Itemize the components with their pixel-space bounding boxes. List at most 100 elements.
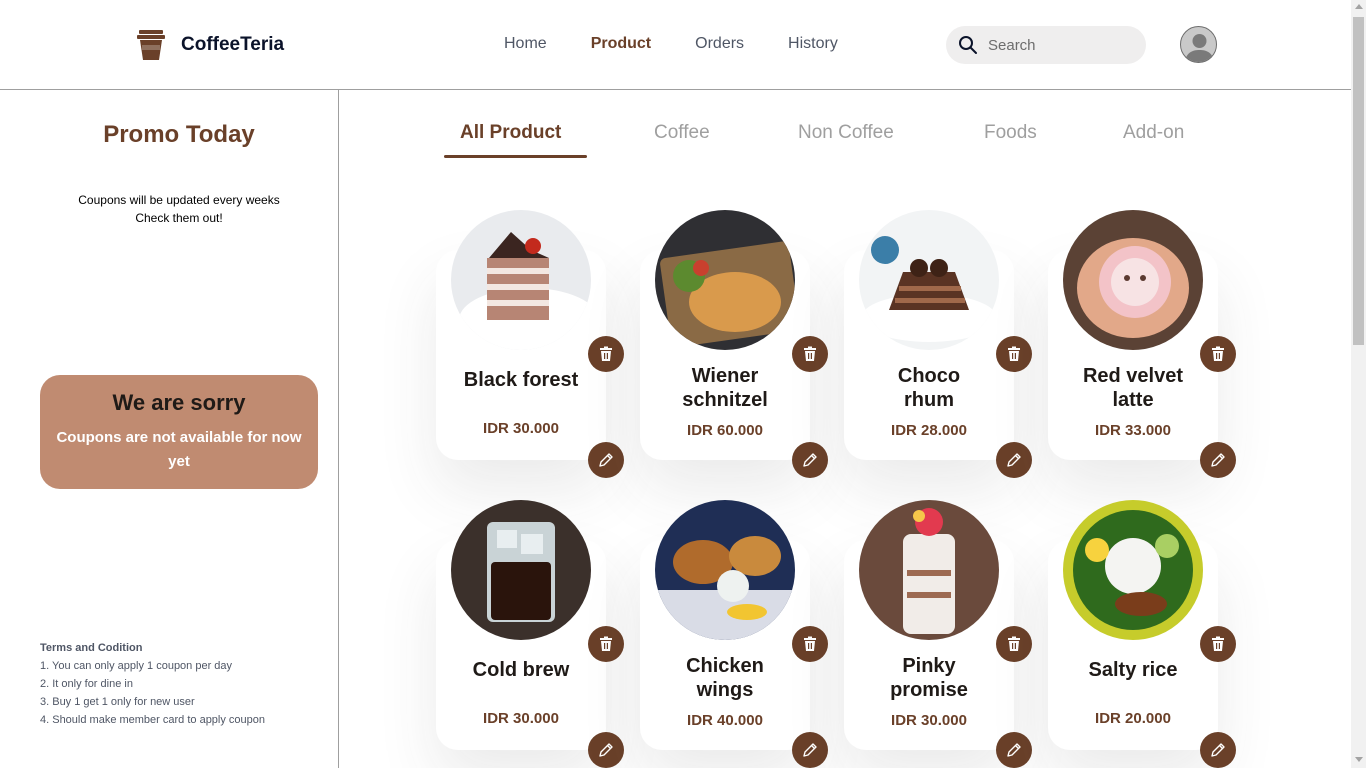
pencil-icon [1211,743,1225,757]
product-price: IDR 30.000 [483,420,559,437]
product-card[interactable]: Cold brew IDR 30.000 [436,500,624,768]
page-scrollbar[interactable] [1351,0,1366,768]
search-box[interactable] [946,26,1146,64]
trash-icon [804,636,816,651]
product-card[interactable]: Salty rice IDR 20.000 [1048,500,1236,768]
edit-button[interactable] [588,442,624,478]
user-avatar-icon [1185,34,1214,62]
top-navbar: CoffeeTeria Home Product Orders History [0,0,1351,90]
terms-item: 3. Buy 1 get 1 only for new user [40,696,195,708]
product-name: Choco rhum [897,365,961,411]
nav-home[interactable]: Home [504,35,547,53]
scroll-down-arrow-icon[interactable] [1355,757,1363,762]
promo-note-line2: Check them out! [135,211,223,225]
trash-icon [600,636,612,651]
product-price: IDR 20.000 [1095,710,1171,727]
category-tabs: All Product Coffee Non Coffee Foods Add-… [0,122,1351,162]
product-name: Pinky promise [890,655,968,701]
edit-button[interactable] [792,442,828,478]
promo-sidebar: Promo Today Coupons will be updated ever… [0,90,339,768]
product-name: Red velvet latte [1082,365,1184,411]
logo[interactable]: CoffeeTeria [137,29,284,61]
tab-all-product[interactable]: All Product [460,122,561,144]
product-image [1063,500,1203,640]
terms-item: 2. It only for dine in [40,678,133,690]
pencil-icon [1007,453,1021,467]
edit-button[interactable] [996,732,1032,768]
product-image [1063,210,1203,350]
scroll-thumb[interactable] [1353,17,1364,345]
trash-icon [1008,636,1020,651]
delete-button[interactable] [792,336,828,372]
trash-icon [600,346,612,361]
tab-non-coffee[interactable]: Non Coffee [798,122,894,144]
delete-button[interactable] [996,626,1032,662]
sorry-text: Coupons are not available for now yet [56,429,302,470]
product-image [859,210,999,350]
brand-name: CoffeeTeria [181,34,285,55]
page: CoffeeTeria Home Product Orders History [0,0,1366,768]
product-price: IDR 30.000 [891,712,967,729]
trash-icon [1212,636,1224,651]
pencil-icon [1007,743,1021,757]
main-nav: Home Product Orders History [504,35,882,53]
product-price: IDR 40.000 [687,712,763,729]
product-name: Chicken wings [686,655,764,701]
scroll-up-arrow-icon[interactable] [1355,4,1363,9]
delete-button[interactable] [1200,626,1236,662]
product-name: Salty rice [1088,659,1178,681]
pencil-icon [1211,453,1225,467]
sorry-title: We are sorry [112,390,246,415]
terms-title: Terms and Codition [40,642,143,654]
product-price: IDR 30.000 [483,710,559,727]
edit-button[interactable] [588,732,624,768]
product-card[interactable]: Choco rhum IDR 28.000 [844,210,1032,478]
delete-button[interactable] [1200,336,1236,372]
product-image [451,210,591,350]
edit-button[interactable] [1200,442,1236,478]
nav-orders[interactable]: Orders [695,35,744,53]
nav-history[interactable]: History [788,35,838,53]
product-image [655,500,795,640]
product-card[interactable]: Red velvet latte IDR 33.000 [1048,210,1236,478]
terms-section: Terms and Codition 1. You can only apply… [40,639,265,729]
product-card[interactable]: Black forest IDR 30.000 [436,210,624,478]
product-card[interactable]: Pinky promise IDR 30.000 [844,500,1032,768]
product-name: Wiener schnitzel [682,365,768,411]
product-image [655,210,795,350]
product-name: Cold brew [472,659,570,681]
product-card[interactable]: Chicken wings IDR 40.000 [640,500,828,768]
product-card[interactable]: Wiener schnitzel IDR 60.000 [640,210,828,478]
pencil-icon [599,743,613,757]
search-icon [959,36,977,54]
trash-icon [804,346,816,361]
search-input[interactable] [988,36,1128,54]
product-price: IDR 28.000 [891,422,967,439]
promo-note: Coupons will be updated every weeks Chec… [0,191,358,227]
trash-icon [1212,346,1224,361]
avatar[interactable] [1180,26,1217,63]
product-price: IDR 60.000 [687,422,763,439]
coffee-cup-icon [137,30,165,60]
promo-note-line1: Coupons will be updated every weeks [78,193,280,207]
terms-item: 4. Should make member card to apply coup… [40,714,266,726]
pencil-icon [803,743,817,757]
product-image [451,500,591,640]
product-name: Black forest [463,369,579,391]
no-coupon-card: We are sorry Coupons are not available f… [40,375,318,489]
tab-foods[interactable]: Foods [984,122,1037,144]
delete-button[interactable] [588,626,624,662]
delete-button[interactable] [996,336,1032,372]
pencil-icon [599,453,613,467]
pencil-icon [803,453,817,467]
edit-button[interactable] [996,442,1032,478]
active-tab-indicator [444,155,587,158]
product-image [859,500,999,640]
delete-button[interactable] [792,626,828,662]
edit-button[interactable] [1200,732,1236,768]
edit-button[interactable] [792,732,828,768]
tab-add-on[interactable]: Add-on [1123,122,1184,144]
tab-coffee[interactable]: Coffee [654,122,710,144]
delete-button[interactable] [588,336,624,372]
nav-product[interactable]: Product [591,35,651,53]
